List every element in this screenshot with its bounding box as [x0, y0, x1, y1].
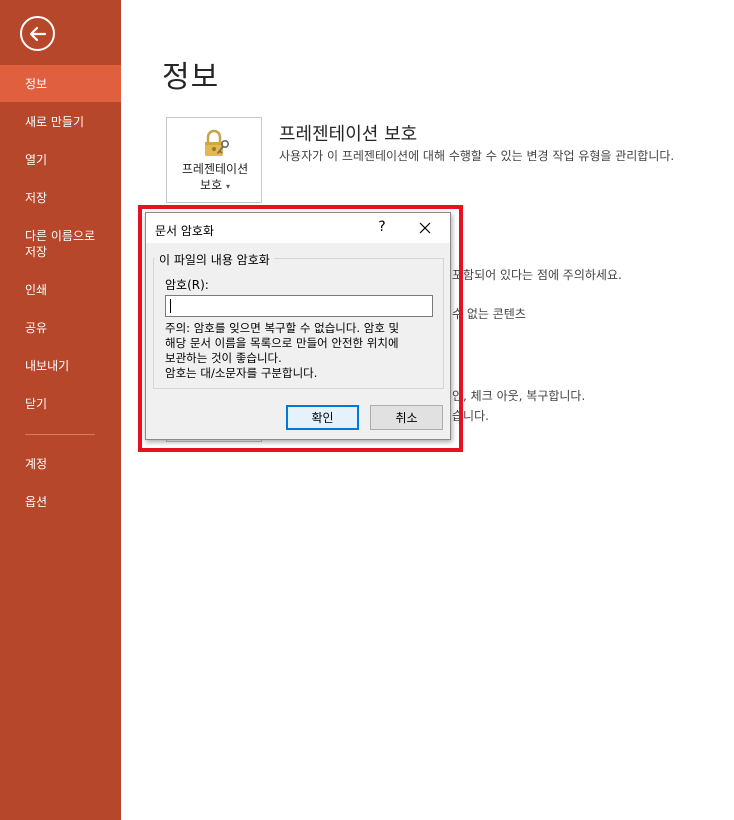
dialog-title: 문서 암호화 [155, 224, 215, 238]
nav-item-close[interactable]: 닫기 [0, 396, 121, 412]
protect-tile-label-line1: 프레젠테이션 [181, 162, 249, 176]
notice-line-1: 주의: 암호를 잊으면 복구할 수 없습니다. 암호 및 [165, 321, 400, 335]
nav-item-open[interactable]: 열기 [0, 152, 121, 168]
protect-heading: 프레젠테이션 보호 [279, 124, 418, 145]
text-cursor [170, 299, 171, 313]
notice-line-2: 해당 문서 이름을 목록으로 만들어 안전한 위치에 [165, 336, 399, 350]
groupbox-label: 이 파일의 내용 암호화 [155, 251, 274, 268]
arrow-left-icon [29, 26, 46, 41]
nav-item-print[interactable]: 인쇄 [0, 282, 121, 298]
nav-item-share[interactable]: 공유 [0, 320, 121, 336]
protect-tile-label: 프레젠테이션 보호 ▾ [167, 161, 263, 195]
dialog-titlebar[interactable]: 문서 암호화 ? [146, 213, 450, 243]
notice-line-4: 암호는 대/소문자를 구분합니다. [165, 366, 318, 380]
back-button[interactable] [20, 16, 55, 51]
password-label: 암호(R): [165, 278, 209, 292]
notice-line-3: 보관하는 것이 좋습니다. [165, 351, 282, 365]
lock-key-icon [205, 129, 229, 156]
manage-versions-text: 인, 체크 아웃, 복구합니다. [452, 389, 586, 403]
protect-tile-label-line2: 보호 [200, 178, 223, 192]
password-input[interactable] [165, 295, 433, 317]
help-button[interactable]: ? [375, 219, 389, 235]
protect-description: 사용자가 이 프레젠테이션에 대해 수행할 수 있는 변경 작업 유형을 관리합… [279, 149, 675, 163]
chevron-down-icon: ▾ [225, 182, 230, 191]
inaccessible-content-text: 수 없는 콘텐츠 [452, 307, 526, 321]
inspect-warning-text: 포함되어 있다는 점에 주의하세요. [452, 268, 622, 282]
nav-item-info[interactable]: 정보 [0, 65, 121, 102]
nav-item-export[interactable]: 내보내기 [0, 358, 121, 374]
nav-item-options[interactable]: 옵션 [0, 494, 121, 510]
cancel-button[interactable]: 취소 [370, 405, 443, 430]
nav-item-save[interactable]: 저장 [0, 190, 121, 206]
nav-divider [25, 434, 95, 435]
close-icon[interactable] [416, 219, 434, 237]
ok-button[interactable]: 확인 [286, 405, 359, 430]
page-title: 정보 [162, 60, 220, 95]
backstage-sidebar: 정보 새로 만들기 열기 저장 다른 이름으로 저장 인쇄 공유 내보내기 닫기… [0, 0, 121, 820]
nav-item-save-as[interactable]: 다른 이름으로 저장 [0, 228, 105, 260]
nav-item-new[interactable]: 새로 만들기 [0, 114, 121, 130]
nav-item-account[interactable]: 계정 [0, 456, 121, 472]
encrypt-document-dialog: 문서 암호화 ? 이 파일의 내용 암호화 암호(R): 주의: 암호를 잊으면… [145, 212, 451, 440]
password-notice: 주의: 암호를 잊으면 복구할 수 없습니다. 암호 및 해당 문서 이름을 목… [165, 321, 437, 381]
protect-presentation-button[interactable]: 프레젠테이션 보호 ▾ [166, 117, 262, 203]
